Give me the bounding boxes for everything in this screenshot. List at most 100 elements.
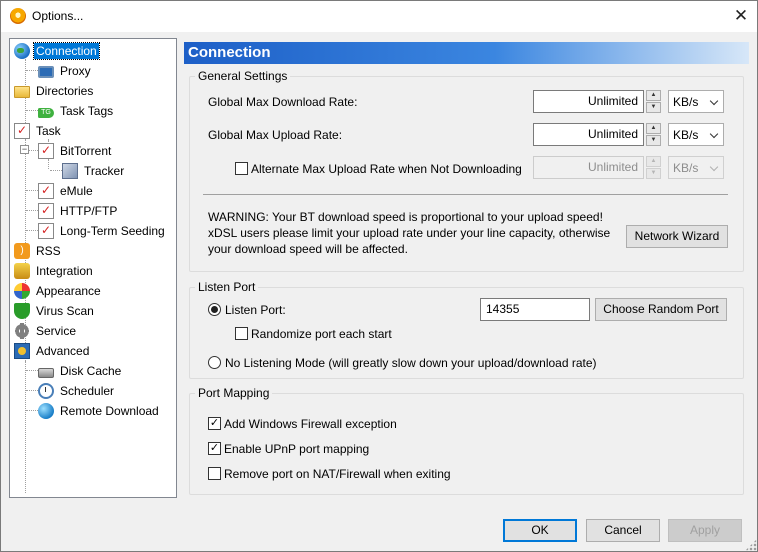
tree-line <box>26 390 38 391</box>
remote-globe-icon <box>38 403 54 419</box>
tree-item-task-tags[interactable]: TG Task Tags <box>38 102 115 120</box>
firewall-exception-checkbox[interactable]: ✓ <box>208 417 221 430</box>
spin-up-icon[interactable]: ▲ <box>646 156 661 167</box>
tree-item-label: Advanced <box>36 344 90 358</box>
close-icon: ✕ <box>733 6 749 25</box>
task-icon <box>38 203 54 219</box>
tree-item-directories[interactable]: Directories <box>14 82 95 100</box>
close-button[interactable]: ✕ <box>725 3 757 30</box>
tree-line <box>26 210 38 211</box>
tree-item-label: Task <box>36 124 61 138</box>
spin-down-icon[interactable]: ▼ <box>646 102 661 113</box>
bandwidth-warning: WARNING: Your BT download speed is propo… <box>208 209 610 257</box>
tree-item-label: BitTorrent <box>60 144 112 158</box>
tree-item-rss[interactable]: ) RSS <box>14 242 63 260</box>
tree-item-long-term-seeding[interactable]: Long-Term Seeding <box>38 222 167 240</box>
choose-random-port-button[interactable]: Choose Random Port <box>595 298 727 321</box>
cube-icon <box>62 163 78 179</box>
listen-port-field[interactable]: 14355 <box>480 298 590 321</box>
tree-line <box>26 410 38 411</box>
listen-port-legend: Listen Port <box>195 280 259 294</box>
spin-up-icon[interactable]: ▲ <box>646 123 661 134</box>
upnp-mapping-label: Enable UPnP port mapping <box>224 442 370 456</box>
tree-item-advanced[interactable]: Advanced <box>14 342 91 360</box>
randomize-port-checkbox[interactable] <box>235 327 248 340</box>
shield-icon <box>14 303 30 319</box>
alternate-unit-select[interactable]: KB/s <box>668 156 724 179</box>
tree-line <box>50 170 62 171</box>
remove-port-label: Remove port on NAT/Firewall when exiting <box>224 467 451 481</box>
download-rate-field[interactable]: Unlimited <box>533 90 644 113</box>
listen-port-radio[interactable] <box>208 303 221 316</box>
warning-line: WARNING: Your BT download speed is propo… <box>208 210 603 224</box>
tree-line <box>48 159 49 169</box>
tag-icon: TG <box>38 107 54 118</box>
tree-item-label: Directories <box>36 84 94 98</box>
apply-button[interactable]: Apply <box>668 519 742 542</box>
upload-rate-label: Global Max Upload Rate: <box>208 128 343 142</box>
no-listening-radio[interactable] <box>208 356 221 369</box>
resize-grip-icon[interactable] <box>745 539 757 551</box>
palette-icon <box>14 283 30 299</box>
spin-down-icon[interactable]: ▼ <box>646 135 661 146</box>
tree-item-service[interactable]: Service <box>14 322 78 340</box>
port-mapping-legend: Port Mapping <box>195 386 273 400</box>
tree-item-disk-cache[interactable]: Disk Cache <box>38 362 123 380</box>
tree-line <box>26 110 38 111</box>
tree-item-label: RSS <box>36 244 61 258</box>
tree-item-remote-download[interactable]: Remote Download <box>38 402 161 420</box>
expand-toggle-bittorrent[interactable]: − <box>20 145 29 154</box>
tree-item-appearance[interactable]: Appearance <box>14 282 103 300</box>
tree-item-virus-scan[interactable]: Virus Scan <box>14 302 96 320</box>
tree-item-label: Connection <box>33 42 100 60</box>
listen-port-label: Listen Port: <box>225 303 286 317</box>
tree-item-emule[interactable]: eMule <box>38 182 95 200</box>
cancel-button[interactable]: Cancel <box>586 519 660 542</box>
advanced-icon <box>14 343 30 359</box>
tree-item-http-ftp[interactable]: HTTP/FTP <box>38 202 119 220</box>
tree-item-proxy[interactable]: Proxy <box>38 62 93 80</box>
tree-item-label: Remote Download <box>60 404 159 418</box>
tree-item-tracker[interactable]: Tracker <box>62 162 126 180</box>
disk-icon <box>38 367 54 378</box>
upload-unit-select[interactable]: KB/s <box>668 123 724 146</box>
alternate-upload-spinner[interactable]: ▲ ▼ <box>646 156 661 179</box>
task-icon <box>38 143 54 159</box>
alternate-upload-checkbox[interactable] <box>235 162 248 175</box>
monitor-icon <box>38 66 54 78</box>
options-tree[interactable]: − Connection Proxy Directories TG Task T… <box>9 38 177 498</box>
general-settings-legend: General Settings <box>195 69 291 83</box>
tree-line <box>26 370 38 371</box>
tree-item-task[interactable]: Task <box>14 122 63 140</box>
tree-item-label: Integration <box>36 264 93 278</box>
tree-line <box>25 361 26 411</box>
alternate-upload-field[interactable]: Unlimited <box>533 156 644 179</box>
tree-item-scheduler[interactable]: Scheduler <box>38 382 116 400</box>
download-rate-spinner[interactable]: ▲ ▼ <box>646 90 661 113</box>
remove-port-checkbox[interactable] <box>208 467 221 480</box>
tree-item-label: HTTP/FTP <box>60 204 118 218</box>
tree-item-connection[interactable]: Connection <box>14 42 100 60</box>
upload-rate-spinner[interactable]: ▲ ▼ <box>646 123 661 146</box>
app-logo-icon <box>10 8 26 24</box>
spin-down-icon[interactable]: ▼ <box>646 168 661 179</box>
upnp-mapping-checkbox[interactable]: ✓ <box>208 442 221 455</box>
tree-item-integration[interactable]: Integration <box>14 262 95 280</box>
tree-item-label: Tracker <box>84 164 125 178</box>
alternate-upload-label: Alternate Max Upload Rate when Not Downl… <box>251 162 522 176</box>
tree-item-label: Proxy <box>60 64 91 78</box>
title-bar: Options... ✕ <box>1 1 757 32</box>
tree-item-label: eMule <box>60 184 93 198</box>
download-rate-label: Global Max Download Rate: <box>208 95 358 109</box>
download-unit-select[interactable]: KB/s <box>668 90 724 113</box>
upload-rate-field[interactable]: Unlimited <box>533 123 644 146</box>
network-wizard-button[interactable]: Network Wizard <box>626 225 728 248</box>
warning-line: your download speed will be affected. <box>208 242 408 256</box>
tree-item-bittorrent[interactable]: BitTorrent <box>38 142 113 160</box>
spin-up-icon[interactable]: ▲ <box>646 90 661 101</box>
tree-item-label: Long-Term Seeding <box>60 224 165 238</box>
tree-item-label: Scheduler <box>60 384 115 398</box>
ok-button[interactable]: OK <box>503 519 577 542</box>
task-icon <box>14 123 30 139</box>
tree-item-label: Virus Scan <box>36 304 94 318</box>
